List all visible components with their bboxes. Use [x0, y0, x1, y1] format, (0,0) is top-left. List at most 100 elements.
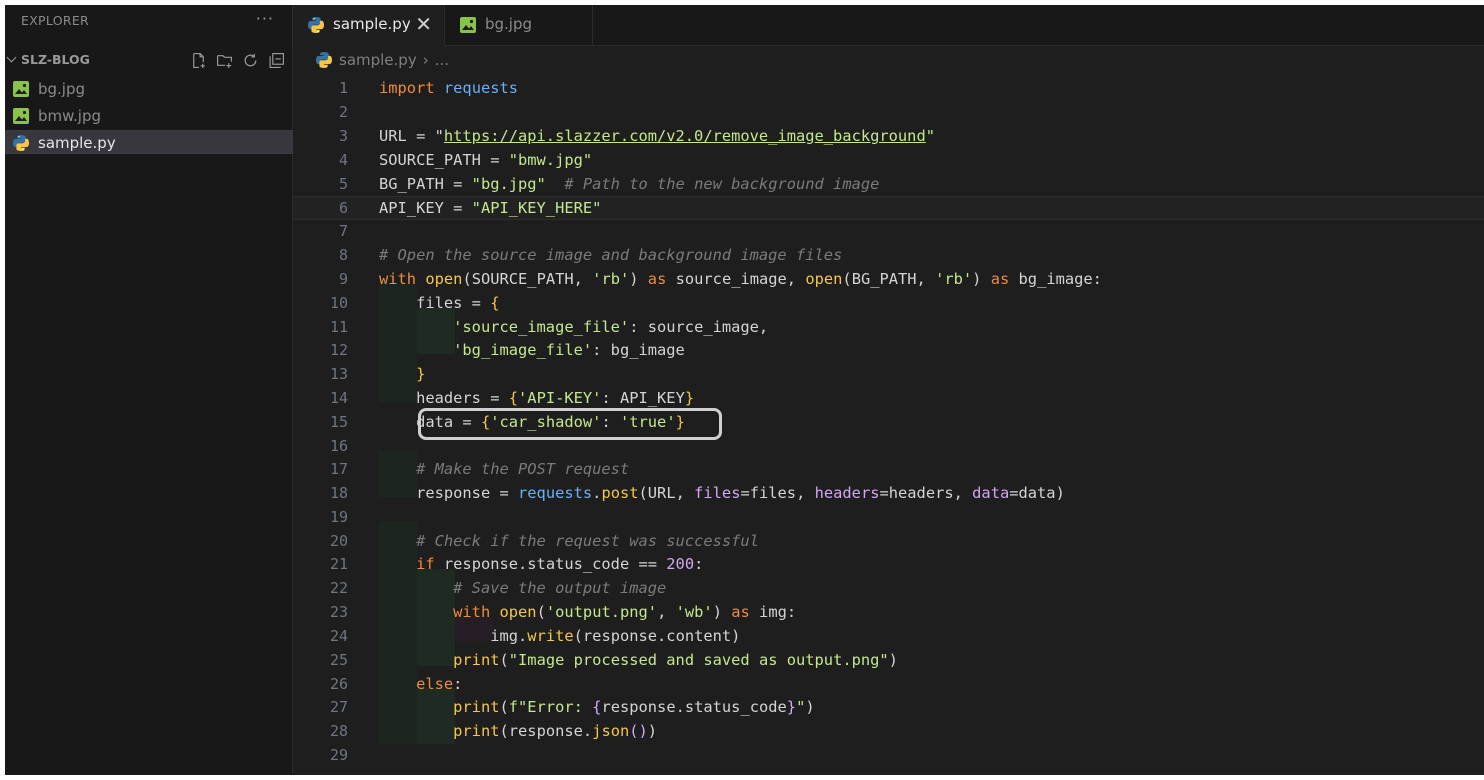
- code-text: # Open the source image and background i…: [379, 246, 843, 264]
- python-file-icon: [13, 135, 29, 151]
- line-number: 20: [329, 532, 348, 550]
- code-line: 10 files = {: [293, 292, 1484, 316]
- code-line: 5 BG_PATH = "bg.jpg" # Path to the new ba…: [293, 173, 1484, 197]
- file-sample-py[interactable]: sample.py: [5, 130, 293, 154]
- code-line: 18 response = requests.post(URL, files=f…: [293, 482, 1484, 506]
- close-icon[interactable]: ✕: [415, 12, 432, 36]
- url-link[interactable]: https://api.slazzer.com/v2.0/remove_imag…: [444, 127, 926, 145]
- line-number: 21: [329, 555, 348, 573]
- code-line: 12 'bg_image_file': bg_image: [293, 339, 1484, 363]
- code-text: # Save the output image: [453, 579, 667, 597]
- explorer-title: EXPLORER: [21, 13, 90, 28]
- code-line: 1 import requests: [293, 77, 1484, 101]
- code-line: 4 SOURCE_PATH = "bmw.jpg": [293, 149, 1484, 173]
- line-number: 9: [338, 270, 348, 288]
- line-number: 23: [329, 603, 348, 621]
- line-number: 17: [329, 460, 348, 478]
- code-line: 9 with open(SOURCE_PATH, 'rb') as source_…: [293, 268, 1484, 292]
- code-line-current: 6 API_KEY = "API_KEY_HERE": [293, 196, 1484, 220]
- code-text: import requests: [379, 79, 519, 97]
- file-bg-jpg[interactable]: bg.jpg: [5, 77, 293, 101]
- code-text: with open(SOURCE_PATH, 'rb') as source_i…: [379, 270, 1102, 288]
- line-number: 18: [329, 484, 348, 502]
- code-text: }: [416, 365, 426, 383]
- line-number: 2: [338, 103, 348, 121]
- file-label: bg.jpg: [38, 80, 86, 98]
- line-number: 12: [329, 341, 348, 359]
- line-number: 26: [329, 675, 348, 693]
- vscode-window: EXPLORER ··· SLZ-BLOG bg.jpg bmw.jpg sam…: [5, 5, 1484, 775]
- tab-label: bg.jpg: [485, 15, 533, 33]
- image-file-icon: [13, 108, 29, 124]
- line-number: 15: [329, 413, 348, 431]
- image-file-icon: [460, 17, 476, 33]
- explorer-sidebar: EXPLORER ··· SLZ-BLOG bg.jpg bmw.jpg sam…: [5, 5, 293, 775]
- refresh-icon[interactable]: [241, 51, 259, 69]
- line-number: 4: [338, 151, 348, 169]
- code-text: API_KEY = "API_KEY_HERE": [379, 199, 602, 217]
- line-number: 14: [329, 389, 348, 407]
- code-line: 25 print("Image processed and saved as o…: [293, 649, 1484, 673]
- line-number: 3: [338, 127, 348, 145]
- code-text: # Check if the request was successful: [416, 532, 759, 550]
- tab-bar: sample.py ✕ bg.jpg: [293, 5, 1484, 46]
- line-number: 16: [329, 437, 348, 455]
- code-line: 22 # Save the output image: [293, 577, 1484, 601]
- code-text: print("Image processed and saved as outp…: [453, 651, 898, 669]
- code-line: 27 print(f"Error: {response.status_code}…: [293, 696, 1484, 720]
- line-number: 6: [338, 199, 348, 217]
- collapse-all-icon[interactable]: [267, 51, 285, 69]
- tab-bg-jpg[interactable]: bg.jpg: [445, 5, 593, 45]
- breadcrumb-file[interactable]: sample.py: [339, 51, 417, 69]
- line-number: 8: [338, 246, 348, 264]
- tab-label: sample.py: [333, 15, 411, 33]
- code-text: SOURCE_PATH = "bmw.jpg": [379, 151, 593, 169]
- folder-actions: [189, 49, 285, 71]
- line-number: 19: [329, 508, 348, 526]
- code-line: 17 # Make the POST request: [293, 458, 1484, 482]
- code-text: 'source_image_file': source_image,: [453, 318, 769, 336]
- code-text: response = requests.post(URL, files=file…: [416, 484, 1065, 502]
- code-text: print(response.json()): [453, 722, 658, 740]
- code-text: URL = "https://api.slazzer.com/v2.0/remo…: [379, 127, 935, 145]
- code-line: 28 print(response.json()): [293, 720, 1484, 744]
- new-folder-icon[interactable]: [215, 51, 233, 69]
- tab-sample-py[interactable]: sample.py ✕: [293, 5, 445, 46]
- file-label: sample.py: [38, 134, 116, 152]
- line-number: 25: [329, 651, 348, 669]
- code-text: files = {: [416, 294, 500, 312]
- code-text: 'bg_image_file': bg_image: [453, 341, 685, 359]
- code-text: print(f"Error: {response.status_code}"): [453, 698, 815, 716]
- file-bmw-jpg[interactable]: bmw.jpg: [5, 104, 293, 128]
- code-line: 13 }: [293, 363, 1484, 387]
- code-line: 19: [293, 506, 1484, 530]
- code-text: BG_PATH = "bg.jpg" # Path to the new bac…: [379, 175, 880, 193]
- chevron-down-icon[interactable]: [6, 52, 17, 63]
- line-number: 11: [329, 318, 348, 336]
- line-number: 22: [329, 579, 348, 597]
- line-number: 13: [329, 365, 348, 383]
- code-line: 21 if response.status_code == 200:: [293, 553, 1484, 577]
- new-file-icon[interactable]: [189, 51, 207, 69]
- file-label: bmw.jpg: [38, 107, 102, 125]
- code-line: 23 with open('output.png', 'wb') as img:: [293, 601, 1484, 625]
- more-actions-icon[interactable]: ···: [256, 9, 274, 28]
- code-line: 3 URL = "https://api.slazzer.com/v2.0/rem…: [293, 125, 1484, 149]
- code-text: else:: [416, 675, 463, 693]
- code-text: img.write(response.content): [490, 627, 741, 645]
- python-file-icon: [316, 52, 332, 68]
- python-file-icon: [308, 17, 324, 33]
- folder-slz-blog[interactable]: SLZ-BLOG: [5, 49, 293, 71]
- folder-name: SLZ-BLOG: [21, 52, 90, 67]
- line-number: 1: [338, 79, 348, 97]
- code-line: 24 img.write(response.content): [293, 625, 1484, 649]
- breadcrumb-rest[interactable]: ...: [435, 51, 449, 69]
- line-number: 24: [329, 627, 348, 645]
- code-line: 2: [293, 101, 1484, 125]
- code-text: if response.status_code == 200:: [416, 555, 704, 573]
- code-text: with open('output.png', 'wb') as img:: [453, 603, 797, 621]
- code-line: 7: [293, 220, 1484, 244]
- line-number: 10: [329, 294, 348, 312]
- line-number: 27: [329, 698, 348, 716]
- line-number: 5: [338, 175, 348, 193]
